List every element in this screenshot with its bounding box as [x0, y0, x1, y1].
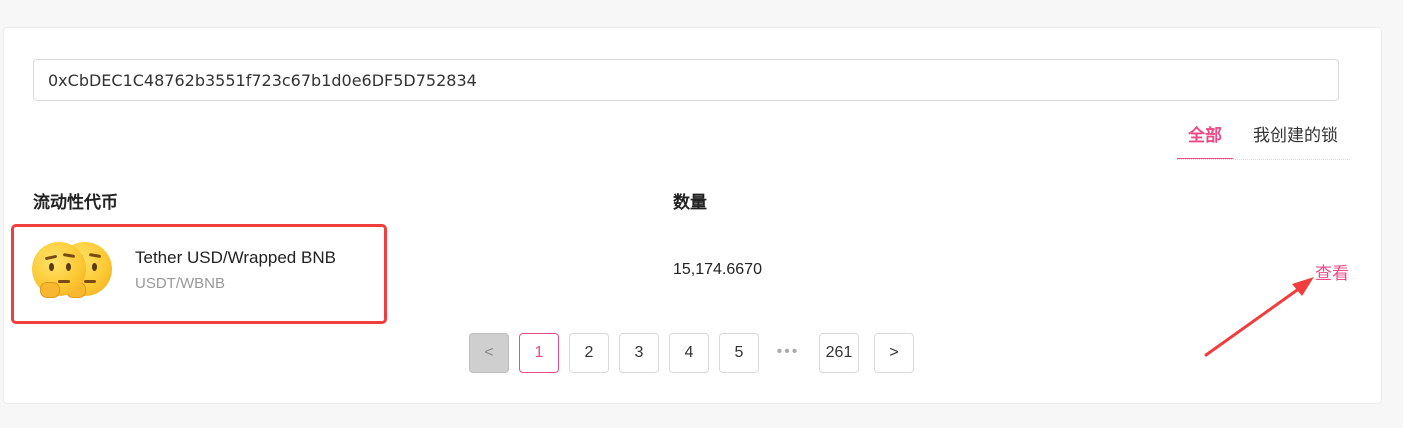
page-button-last[interactable]: 261: [819, 333, 859, 373]
search-input[interactable]: [33, 59, 1339, 101]
column-header-token: 流动性代币: [33, 193, 118, 212]
page-button-5[interactable]: 5: [719, 333, 759, 373]
page-button-4[interactable]: 4: [669, 333, 709, 373]
annotation-highlight-box: [11, 224, 387, 324]
page-button-1[interactable]: 1: [519, 333, 559, 373]
tab-all[interactable]: 全部: [1177, 122, 1233, 159]
tab-my-locks[interactable]: 我创建的锁: [1253, 122, 1338, 159]
page-button-2[interactable]: 2: [569, 333, 609, 373]
prev-page-button[interactable]: <: [469, 333, 509, 373]
lock-amount: 15,174.6670: [673, 261, 762, 278]
view-link[interactable]: 查看: [1315, 259, 1349, 284]
next-page-button[interactable]: >: [874, 333, 914, 373]
column-header-amount: 数量: [673, 193, 707, 212]
page-button-3[interactable]: 3: [619, 333, 659, 373]
filter-tabs: 全部 我创建的锁: [1177, 122, 1350, 160]
page-ellipsis[interactable]: •••: [769, 333, 807, 371]
